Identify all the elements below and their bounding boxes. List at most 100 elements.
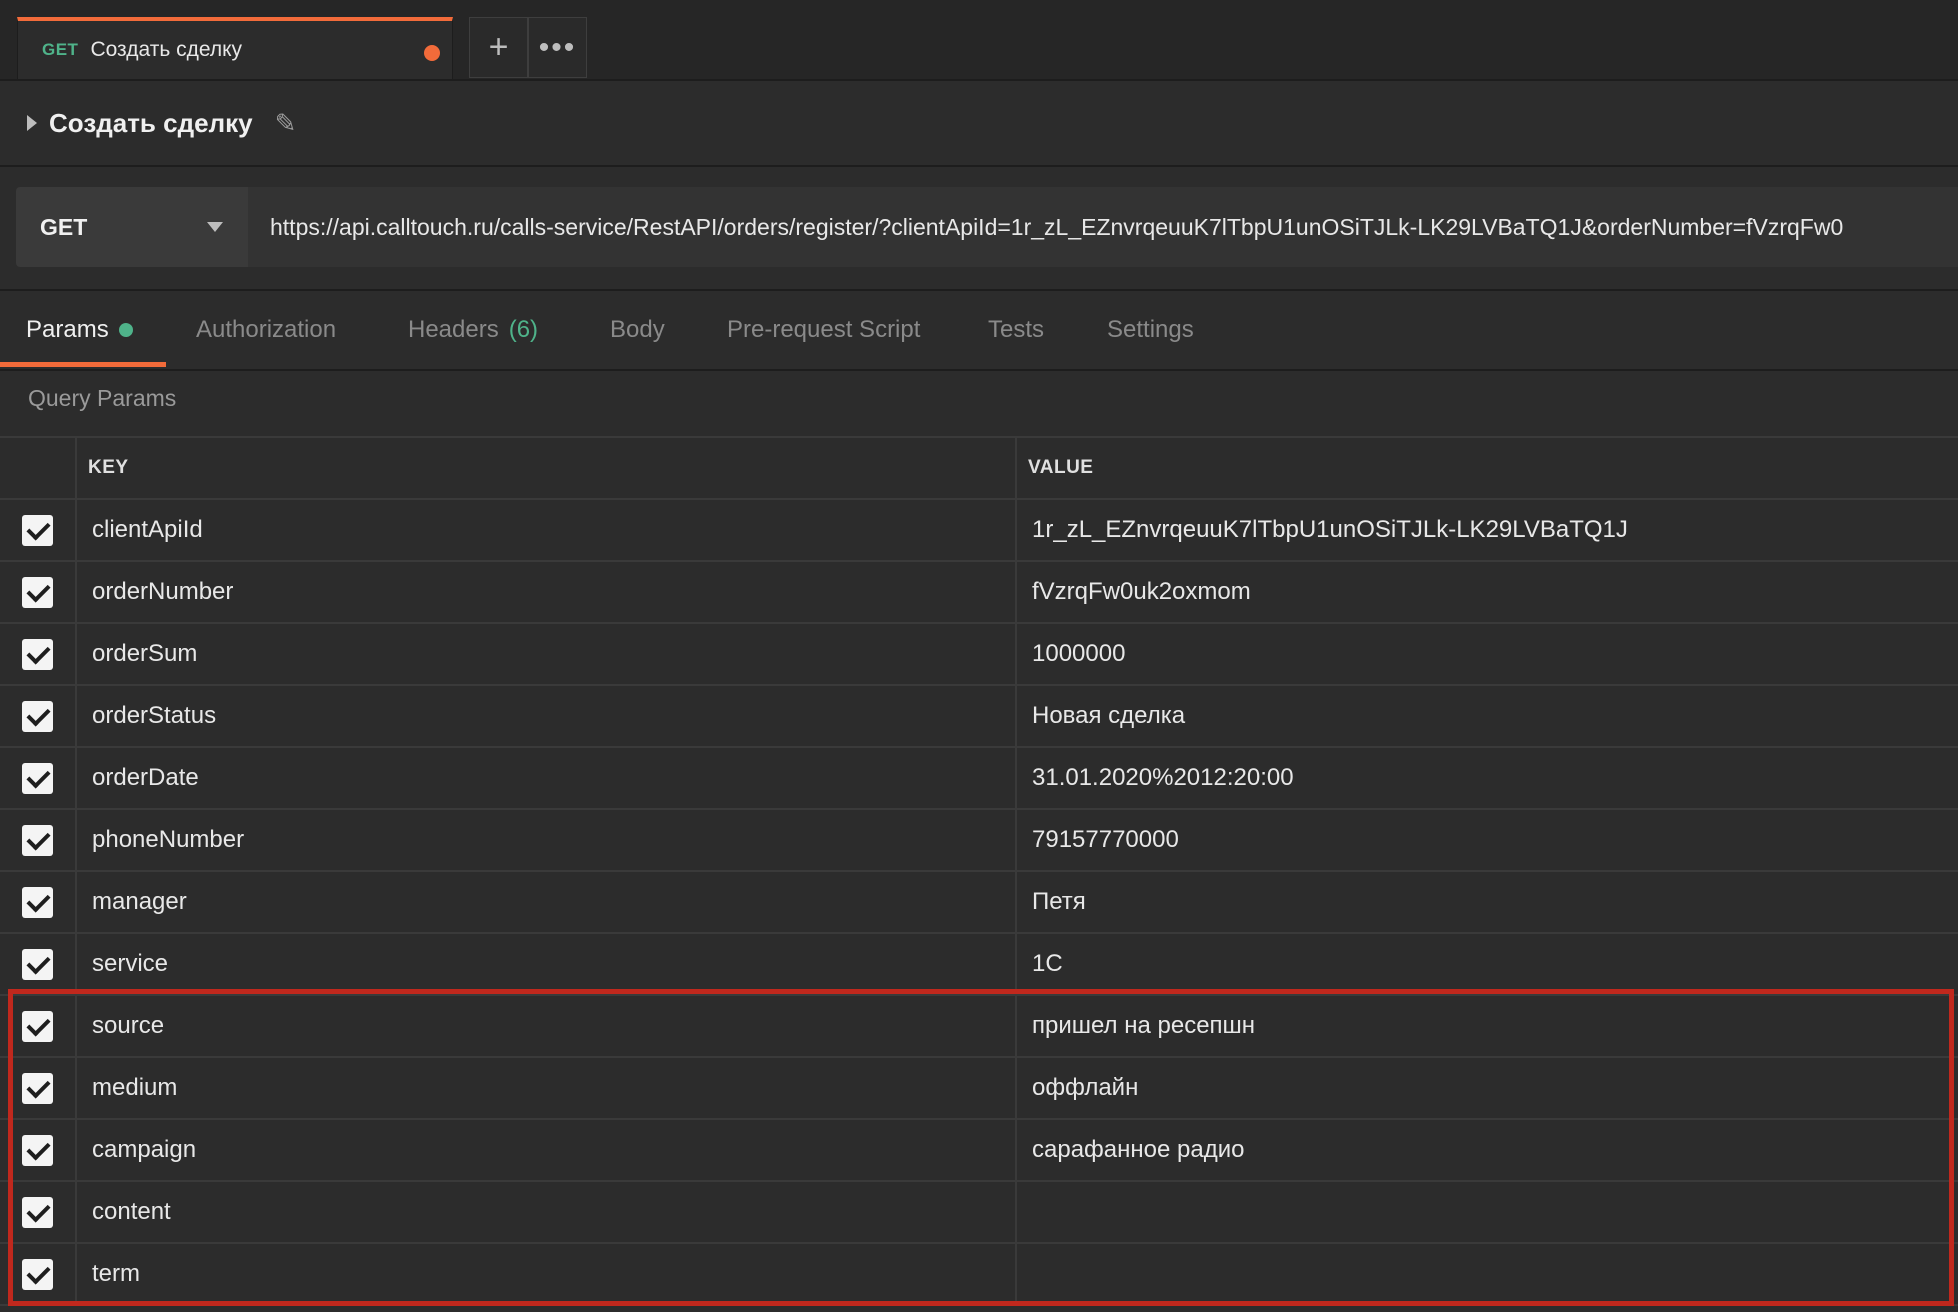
row-checkbox-cell[interactable] [0,562,77,622]
param-value[interactable]: fVzrqFw0uk2oxmom [1017,562,1958,622]
tab-title: Создать сделку [90,38,243,61]
divider [0,369,1958,371]
param-key[interactable]: orderNumber [77,562,1017,622]
checkbox-checked-icon[interactable] [22,1010,53,1042]
row-checkbox-cell[interactable] [0,1244,77,1304]
column-header-key: KEY [77,438,1017,498]
table-row: phoneNumber 79157770000 [0,810,1958,872]
table-row: term [0,1244,1958,1306]
chevron-down-icon [207,222,223,232]
method-select[interactable]: GET [16,187,248,267]
checkbox-checked-icon[interactable] [22,886,53,918]
checkbox-checked-icon[interactable] [22,576,53,608]
more-tabs-button[interactable]: ••• [528,17,587,78]
row-checkbox-cell[interactable] [0,1120,77,1180]
pencil-edit-icon[interactable]: ✎ [275,108,297,139]
param-key[interactable]: orderStatus [77,686,1017,746]
checkbox-checked-icon[interactable] [22,824,53,856]
table-row: orderStatus Новая сделка [0,686,1958,748]
param-value[interactable]: 79157770000 [1017,810,1958,870]
row-checkbox-cell[interactable] [0,996,77,1056]
table-body: clientApiId 1r_zL_EZnvrqeuuK7lTbpU1unOSiT… [0,500,1958,1306]
checkbox-checked-icon[interactable] [22,700,53,732]
request-name-bar: Создать сделку ✎ [0,81,1958,167]
tab-bar: GET Создать сделку + ••• [0,0,1958,81]
tab-authorization-label: Authorization [196,316,337,343]
table-row: source пришел на ресепшн [0,996,1958,1058]
param-key[interactable]: content [77,1182,1017,1242]
param-key[interactable]: phoneNumber [77,810,1017,870]
param-value[interactable] [1017,1182,1958,1242]
checkbox-checked-icon[interactable] [22,948,53,980]
param-key[interactable]: orderSum [77,624,1017,684]
checkbox-checked-icon[interactable] [22,638,53,670]
tab-pre-request-script[interactable]: Pre-request Script [727,291,920,369]
checkbox-checked-icon[interactable] [22,514,53,546]
checkbox-checked-icon[interactable] [22,762,53,794]
param-value[interactable]: сарафанное радио [1017,1120,1958,1180]
unsaved-dot-icon [424,45,440,61]
tab-params[interactable]: Params [26,291,133,369]
checkbox-checked-icon[interactable] [22,1258,53,1290]
tab-authorization[interactable]: Authorization [196,291,336,369]
expand-caret-icon[interactable] [27,115,37,131]
table-row: orderSum 1000000 [0,624,1958,686]
param-value[interactable]: 1C [1017,934,1958,994]
param-value[interactable]: 1000000 [1017,624,1958,684]
param-key[interactable]: orderDate [77,748,1017,808]
row-checkbox-cell[interactable] [0,934,77,994]
param-value[interactable] [1017,1244,1958,1304]
table-row: orderNumber fVzrqFw0uk2oxmom [0,562,1958,624]
param-value[interactable]: Петя [1017,872,1958,932]
request-tabs: Params Authorization Headers (6) Body Pr… [0,291,1958,369]
param-value[interactable]: 31.01.2020%2012:20:00 [1017,748,1958,808]
request-title: Создать сделку [49,107,253,138]
row-checkbox-cell[interactable] [0,810,77,870]
table-row: orderDate 31.01.2020%2012:20:00 [0,748,1958,810]
tab-pre-request-label: Pre-request Script [727,316,921,343]
row-checkbox-cell[interactable] [0,686,77,746]
checkbox-checked-icon[interactable] [22,1072,53,1104]
tab-tests[interactable]: Tests [988,291,1044,369]
param-key[interactable]: medium [77,1058,1017,1118]
row-checkbox-cell[interactable] [0,624,77,684]
param-key[interactable]: campaign [77,1120,1017,1180]
param-key[interactable]: clientApiId [77,500,1017,560]
tab-headers[interactable]: Headers (6) [408,291,538,369]
row-checkbox-cell[interactable] [0,748,77,808]
query-params-title: Query Params [28,385,177,411]
param-value[interactable]: Новая сделка [1017,686,1958,746]
table-row: campaign сарафанное радио [0,1120,1958,1182]
url-bar: GET https://api.calltouch.ru/calls-servi… [16,187,1958,267]
checkbox-checked-icon[interactable] [22,1196,53,1228]
checkbox-checked-icon[interactable] [22,1134,53,1166]
param-value[interactable]: оффлайн [1017,1058,1958,1118]
tab-settings[interactable]: Settings [1107,291,1194,369]
request-tab[interactable]: GET Создать сделку [17,17,453,79]
row-checkbox-cell[interactable] [0,872,77,932]
param-key[interactable]: service [77,934,1017,994]
param-value[interactable]: пришел на ресепшн [1017,996,1958,1056]
table-header-row: KEY VALUE [0,436,1958,500]
active-tab-underline [0,362,166,367]
url-input[interactable]: https://api.calltouch.ru/calls-service/R… [248,187,1958,267]
method-select-value: GET [40,213,88,240]
new-tab-button[interactable]: + [469,17,528,78]
tab-settings-label: Settings [1107,316,1194,343]
param-key[interactable]: source [77,996,1017,1056]
tab-headers-label: Headers [408,316,499,343]
headers-count: (6) [508,316,539,343]
table-row: clientApiId 1r_zL_EZnvrqeuuK7lTbpU1unOSiT… [0,500,1958,562]
row-checkbox-cell[interactable] [0,500,77,560]
row-checkbox-cell[interactable] [0,1058,77,1118]
param-key[interactable]: term [77,1244,1017,1304]
param-key[interactable]: manager [77,872,1017,932]
table-row: content [0,1182,1958,1244]
param-value[interactable]: 1r_zL_EZnvrqeuuK7lTbpU1unOSiTJLk-LK29LVB… [1017,500,1958,560]
tab-body[interactable]: Body [610,291,665,369]
tab-params-label: Params [26,316,109,343]
row-checkbox-cell[interactable] [0,1182,77,1242]
table-row: manager Петя [0,872,1958,934]
table-row: service 1C [0,934,1958,996]
tab-body-label: Body [610,316,665,343]
